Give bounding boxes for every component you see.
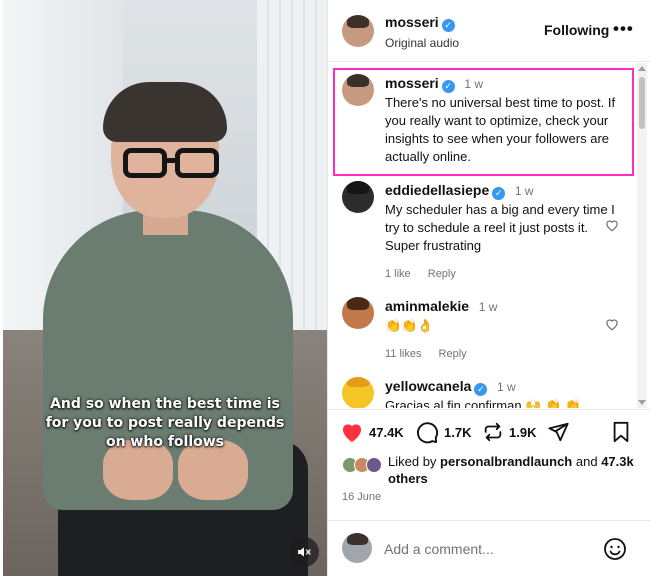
person-hair: [103, 82, 227, 142]
comment-count: 1.7K: [444, 425, 472, 440]
verified-badge-icon: ✓: [441, 19, 455, 32]
repost-count: 1.9K: [509, 424, 537, 440]
comment-item: aminmalekie 1 w 👏👏👌 11 likes Reply: [328, 297, 638, 367]
bookmark-icon: [613, 421, 629, 443]
avatar[interactable]: [342, 181, 374, 213]
comment-time: 1 w: [497, 380, 516, 394]
comment-item: yellowcanela ✓ 1 w Gracias al fin confirm…: [328, 377, 638, 408]
scrollbar-thumb[interactable]: [639, 77, 645, 129]
repost-button[interactable]: 1.9K: [482, 421, 536, 443]
verified-badge-icon: ✓: [474, 383, 488, 396]
comments-list[interactable]: mosseri ✓ 1 w There's no universal best t…: [328, 63, 650, 408]
avatar: [366, 457, 382, 473]
ellipsis-icon[interactable]: •••: [613, 19, 634, 39]
post-date[interactable]: 16 June: [342, 491, 381, 503]
comment-item: eddiedellasiepe ✓ 1 w My scheduler has a …: [328, 181, 638, 281]
heart-outline-icon[interactable]: [604, 317, 620, 331]
glasses-left-lens: [123, 148, 167, 178]
comment-username[interactable]: aminmalekie: [385, 298, 469, 314]
glasses-right-lens: [175, 148, 219, 178]
paper-plane-icon: [548, 422, 569, 442]
following-button[interactable]: Following: [544, 22, 609, 38]
scroll-down-arrow-icon[interactable]: [638, 400, 646, 405]
video-caption: And so when the best time is for you to …: [45, 396, 285, 450]
reply-button[interactable]: Reply: [439, 348, 467, 360]
liked-by-suffix[interactable]: others: [388, 471, 428, 486]
comment-time: 1 w: [514, 184, 534, 198]
avatar[interactable]: [342, 15, 374, 47]
original-audio-link[interactable]: Original audio: [385, 36, 459, 50]
comment-input[interactable]: [384, 539, 594, 559]
comment-username[interactable]: eddiedellasiepe: [385, 182, 489, 198]
like-count: 47.4K: [369, 424, 404, 440]
post-header: mosseri ✓ Original audio Following •••: [328, 0, 650, 62]
comment-username[interactable]: mosseri: [385, 75, 439, 91]
comment-time: 1 w: [478, 300, 498, 314]
speaker-muted-icon: [298, 547, 311, 557]
add-comment-bar: [328, 520, 650, 576]
comment-button[interactable]: 1.7K: [416, 421, 471, 444]
reel-video[interactable]: And so when the best time is for you to …: [3, 0, 327, 576]
liker-avatars: [340, 457, 386, 475]
comment-time: 1 w: [464, 77, 484, 91]
reply-button[interactable]: Reply: [428, 268, 456, 280]
comment-text: 👏👏👌: [385, 318, 434, 333]
comment-text: Gracias al fin confirman 🙌 👏 👏: [385, 398, 581, 408]
share-button[interactable]: [547, 421, 575, 443]
avatar[interactable]: [342, 377, 374, 408]
emoji-icon[interactable]: [603, 537, 627, 561]
comment-text: My scheduler has a big and every time I …: [385, 202, 615, 253]
caption-comment: mosseri ✓ 1 w There's no universal best t…: [328, 74, 638, 174]
comment-likes[interactable]: 1 like: [385, 268, 411, 280]
heart-outline-icon[interactable]: [604, 218, 620, 232]
liked-by-prefix: Liked by: [388, 454, 437, 469]
save-button[interactable]: [611, 421, 636, 443]
liked-by-count[interactable]: 47.3k: [601, 454, 634, 469]
avatar: [342, 533, 372, 563]
author-block: mosseri ✓ Original audio: [385, 14, 459, 50]
comments-scrollbar[interactable]: [637, 63, 647, 408]
avatar[interactable]: [342, 74, 374, 106]
liked-by-text: Liked by personalbrandlaunch and 47.3k o…: [388, 453, 638, 487]
liked-by-user[interactable]: personalbrandlaunch: [440, 454, 572, 469]
like-button[interactable]: 47.4K: [340, 421, 404, 443]
comment-bubble-icon: [417, 422, 439, 444]
post-details-panel: mosseri ✓ Original audio Following ••• mo…: [327, 0, 650, 576]
comment-text: There's no universal best time to post. …: [385, 95, 616, 164]
scroll-up-arrow-icon[interactable]: [638, 66, 646, 71]
heart-filled-icon: [342, 424, 362, 442]
comment-username[interactable]: yellowcanela: [385, 378, 471, 394]
verified-badge-icon: ✓: [492, 187, 506, 200]
comment-likes[interactable]: 11 likes: [385, 348, 421, 360]
avatar[interactable]: [342, 297, 374, 329]
repost-icon: [484, 422, 502, 442]
mute-button[interactable]: [289, 537, 319, 567]
liked-by-and: and: [575, 454, 598, 469]
verified-badge-icon: ✓: [441, 80, 455, 93]
action-bar: 47.4K 1.7K 1.9K: [328, 409, 650, 453]
author-username[interactable]: mosseri: [385, 14, 439, 30]
